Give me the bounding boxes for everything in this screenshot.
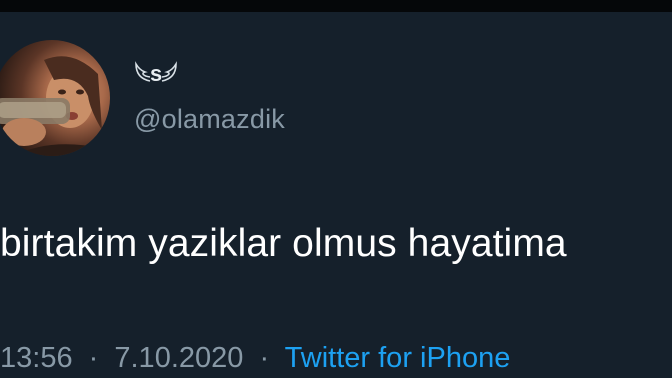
meta-separator: ·	[88, 342, 99, 374]
avatar[interactable]	[0, 40, 110, 156]
meta-separator: ·	[259, 342, 270, 374]
tweet-text: birtakim yaziklar olmus hayatima	[0, 222, 567, 265]
wing-right-icon	[160, 60, 178, 88]
user-handle[interactable]: @olamazdik	[134, 104, 285, 135]
tweet-meta: 13:56 · 7.10.2020 · Twitter for iPhone	[0, 342, 510, 375]
tweet-date[interactable]: 7.10.2020	[114, 342, 243, 374]
display-name[interactable]: s	[134, 56, 178, 92]
tweet-time[interactable]: 13:56	[0, 342, 73, 374]
top-edge-bar	[0, 0, 672, 12]
avatar-photo	[0, 56, 110, 156]
tweet-source-link[interactable]: Twitter for iPhone	[285, 342, 511, 374]
tweet-card: s @olamazdik birtakim yaziklar olmus hay…	[0, 12, 672, 378]
